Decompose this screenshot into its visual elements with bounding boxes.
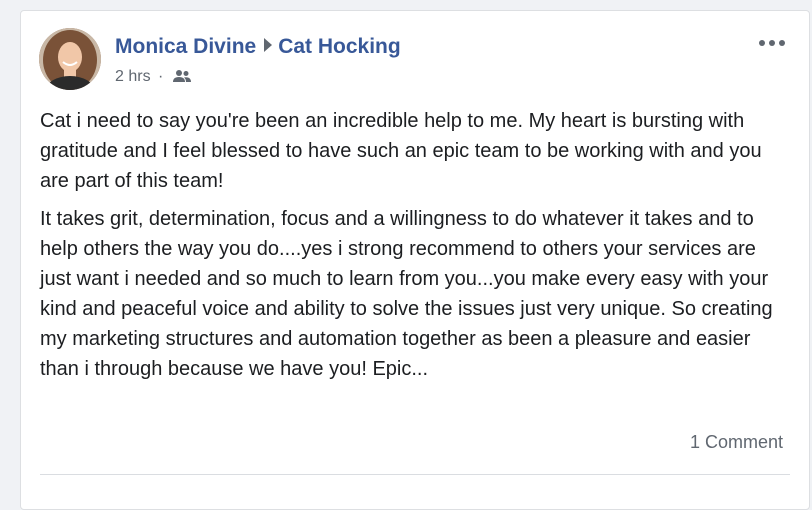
meta-separator: ·: [158, 68, 164, 85]
avatar[interactable]: [39, 28, 101, 90]
post-paragraph-1: Cat i need to say you're been an incredi…: [40, 110, 762, 192]
post-timestamp-link[interactable]: 2 hrs: [115, 68, 151, 85]
more-options-icon[interactable]: [759, 34, 789, 50]
triangle-right-icon: [264, 38, 273, 53]
divider: [40, 474, 790, 475]
post-meta: 2 hrs ·: [115, 67, 191, 87]
friends-icon[interactable]: [172, 69, 191, 83]
post-paragraph-2: It takes grit, determination, focus and …: [40, 208, 773, 380]
avatar-image: [39, 28, 101, 90]
post-card: Monica Divine Cat Hocking 2 hrs · Cat i n…: [20, 10, 810, 510]
recipient-name-link[interactable]: Cat Hocking: [278, 35, 401, 58]
author-name-link[interactable]: Monica Divine: [115, 35, 256, 58]
post-header-names: Monica Divine Cat Hocking: [115, 34, 401, 60]
comments-count-link[interactable]: 1 Comment: [690, 432, 783, 453]
post-body: Cat i need to say you're been an incredi…: [40, 106, 790, 392]
